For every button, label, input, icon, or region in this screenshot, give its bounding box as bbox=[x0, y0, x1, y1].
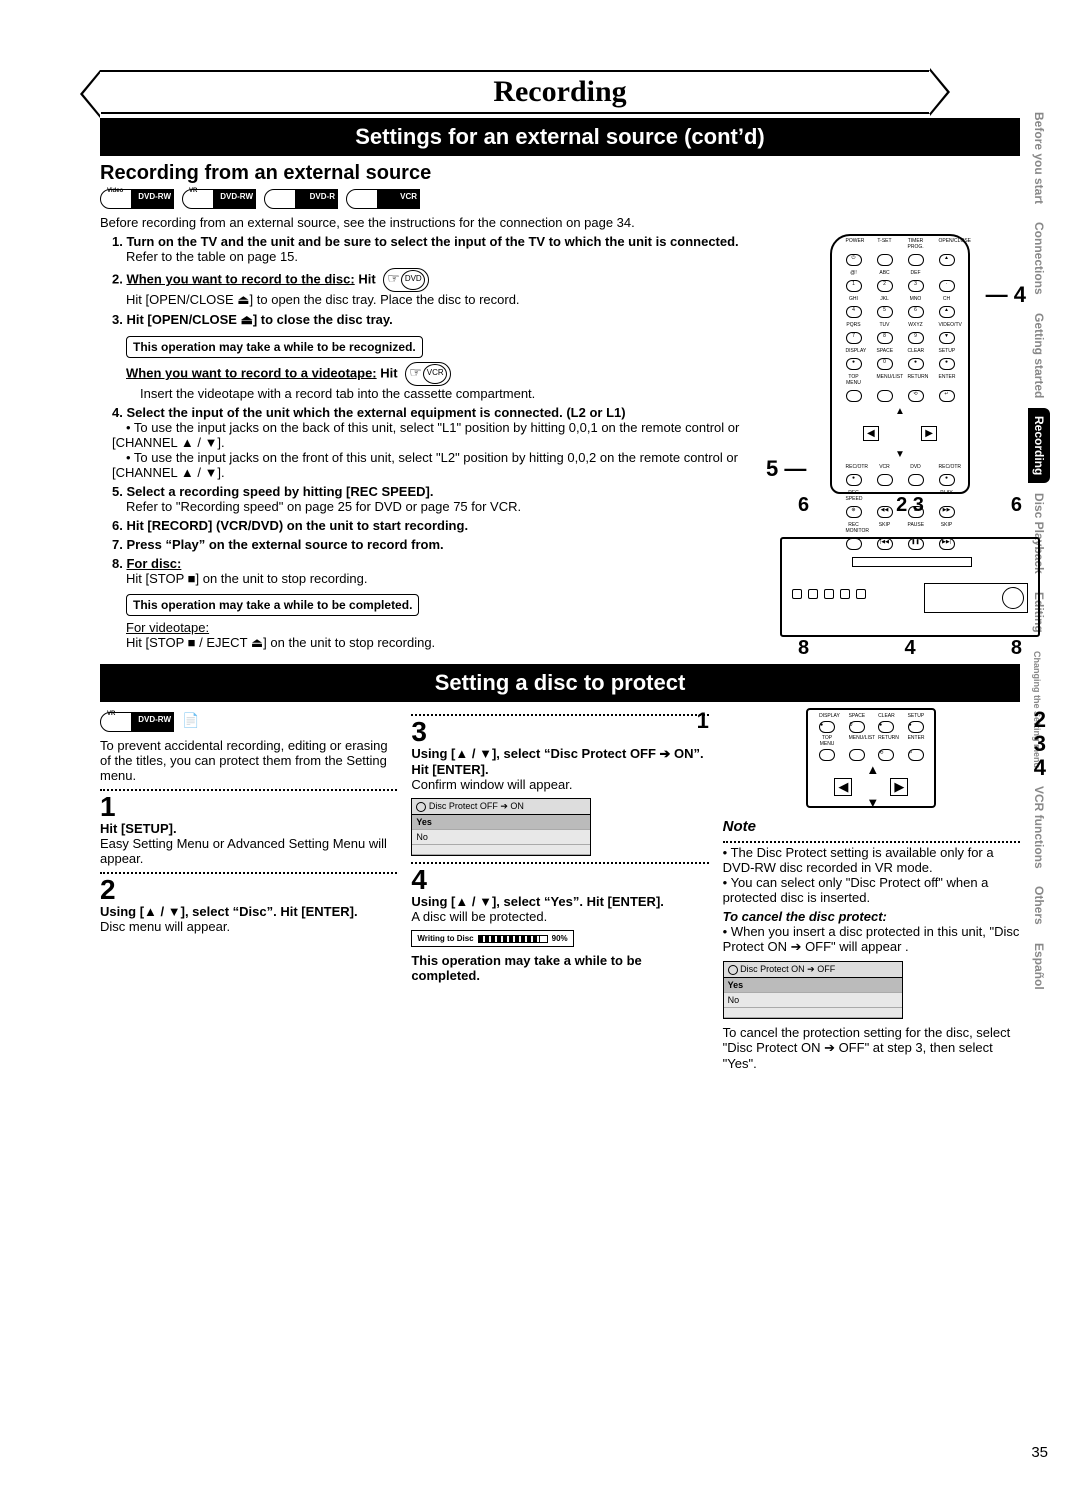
page-title: Recording bbox=[100, 70, 1020, 114]
format-badge-vr-2: VRDVD-RW bbox=[100, 712, 174, 732]
note-line1: • The Disc Protect setting is available … bbox=[723, 845, 1020, 875]
side-tab-espanol: Español bbox=[1028, 935, 1050, 998]
step8-num: 8. bbox=[112, 556, 126, 571]
protect-step-2-num: 2 bbox=[100, 876, 397, 904]
step7-title: 7. Press “Play” on the external source t… bbox=[112, 537, 444, 552]
note-wait-completed: This operation may take a while to be co… bbox=[126, 594, 419, 616]
protect-step-3-num: 3 bbox=[411, 718, 708, 746]
osd-confirm-off-on: Disc Protect OFF ➔ ON Yes No bbox=[411, 798, 591, 856]
protect-right-callouts: 2 3 4 bbox=[1034, 708, 1046, 780]
remote-callout-4: — 4 bbox=[986, 282, 1026, 308]
page-title-banner: Recording bbox=[100, 70, 1020, 114]
step4c: • To use the input jacks on the front of… bbox=[112, 450, 738, 480]
step2-open: Hit [OPEN/CLOSE ⏏] to open the disc tray… bbox=[112, 292, 520, 307]
step5b: Refer to "Recording speed" on page 25 fo… bbox=[112, 499, 521, 514]
note-line4: To cancel the protection setting for the… bbox=[723, 1025, 1020, 1071]
subhead-recording-external: Recording from an external source bbox=[100, 162, 1020, 185]
step1-sub: Refer to the table on page 15. bbox=[112, 249, 298, 264]
protect-step-1-body: Easy Setting Menu or Advanced Setting Me… bbox=[100, 836, 397, 866]
disc-icon bbox=[416, 802, 426, 812]
remote-illustration: POWERT-SETTIMER PROG.OPEN/CLOSE ⏻▲ @!ABC… bbox=[830, 234, 970, 494]
note-line3: • When you insert a disc protected in th… bbox=[723, 924, 1020, 955]
format-badge-dvd-rw-video: VideoDVD-RW bbox=[100, 189, 174, 209]
unit-front-panel-illustration bbox=[780, 537, 1040, 637]
step2-tail: Hit bbox=[355, 271, 380, 286]
protect-step-1-head: Hit [SETUP]. bbox=[100, 821, 397, 836]
step-vcr-insert: Insert the videotape with a record tab i… bbox=[126, 386, 535, 401]
step2-disc-heading: When you want to record to the disc: bbox=[126, 271, 354, 286]
vcr-select-icon bbox=[405, 362, 451, 386]
step4b: • To use the input jacks on the back of … bbox=[112, 420, 739, 450]
step-videotape-heading: When you want to record to a videotape: bbox=[126, 365, 377, 380]
protect-step-3-body: Confirm window will appear. bbox=[411, 777, 708, 792]
side-tab-getting: Getting started bbox=[1028, 305, 1050, 406]
protect-col3: 1 DISPLAYSPACECLEARSETUP ●0●● TOP MENUME… bbox=[723, 708, 1020, 1071]
protect-end-note: This operation may take a while to be co… bbox=[411, 953, 708, 983]
protect-col2: 3 Using [▲ / ▼], select “Disc Protect OF… bbox=[411, 708, 708, 1071]
protect-step-4-num: 4 bbox=[411, 866, 708, 894]
protect-step-2-head: Using [▲ / ▼], select “Disc”. Hit [ENTER… bbox=[100, 904, 397, 919]
remote-callout-5: 5 — bbox=[766, 456, 806, 482]
section1-intro: Before recording from an external source… bbox=[100, 215, 1020, 230]
writing-progress: Writing to Disc90% bbox=[411, 930, 573, 947]
side-tab-connections: Connections bbox=[1028, 214, 1050, 303]
section-bar-settings: Settings for an external source (cont’d) bbox=[100, 118, 1020, 156]
unit-top-callouts: 62 36 bbox=[780, 494, 1040, 517]
step5-title: 5. Select a recording speed by hitting [… bbox=[112, 484, 433, 499]
format-badge-dvd-r: DVD-R bbox=[264, 189, 338, 209]
note-heading: Note bbox=[723, 818, 1020, 835]
format-badge-vcr: VCR bbox=[346, 189, 420, 209]
format-badge-row: VideoDVD-RW VRDVD-RW DVD-R VCR bbox=[100, 189, 1020, 209]
disc-icon-2 bbox=[728, 965, 738, 975]
format-badge-dvd-rw-vr: VRDVD-RW bbox=[182, 189, 256, 209]
protect-col1: VRDVD-RW📄 To prevent accidental recordin… bbox=[100, 708, 397, 1071]
protect-callout-1: 1 bbox=[697, 708, 709, 734]
protect-step-1-num: 1 bbox=[100, 793, 397, 821]
step1-title: 1. Turn on the TV and the unit and be su… bbox=[112, 234, 739, 249]
step8-stop: Hit [STOP ■] on the unit to stop recordi… bbox=[112, 571, 368, 586]
illustration-column: POWERT-SETTIMER PROG.OPEN/CLOSE ⏻▲ @!ABC… bbox=[780, 234, 1020, 660]
dvd-select-icon bbox=[383, 268, 429, 292]
protect-step-2-body: Disc menu will appear. bbox=[100, 919, 397, 934]
side-tab-recording: Recording bbox=[1028, 408, 1050, 483]
step3-title: 3. Hit [OPEN/CLOSE ⏏] to close the disc … bbox=[112, 312, 393, 327]
note-line2: • You can select only "Disc Protect off"… bbox=[723, 875, 1020, 905]
step8-videotape-heading: For videotape: bbox=[126, 620, 209, 635]
protect-step-4-head: Using [▲ / ▼], select “Yes”. Hit [ENTER]… bbox=[411, 894, 708, 909]
protect-intro: To prevent accidental recording, editing… bbox=[100, 738, 397, 783]
remote-sm-illustration: DISPLAYSPACECLEARSETUP ●0●● TOP MENUMENU… bbox=[806, 708, 936, 808]
step6-title: 6. Hit [RECORD] (VCR/DVD) on the unit to… bbox=[112, 518, 468, 533]
note-wait-recognized: This operation may take a while to be re… bbox=[126, 336, 423, 358]
protect-step-4-body: A disc will be protected. bbox=[411, 909, 708, 924]
section-bar-protect: Setting a disc to protect bbox=[100, 664, 1020, 702]
step4-title: 4. Select the input of the unit which th… bbox=[112, 405, 626, 420]
step8-disc-heading: For disc: bbox=[126, 556, 181, 571]
side-tab-others: Others bbox=[1028, 878, 1050, 933]
unit-bottom-callouts: 848 bbox=[780, 637, 1040, 660]
page-number: 35 bbox=[1031, 1444, 1048, 1461]
step-vcr-tail: Hit bbox=[377, 365, 402, 380]
steps-column: 1. Turn on the TV and the unit and be su… bbox=[100, 234, 764, 660]
step8-eject: Hit [STOP ■ / EJECT ⏏] on the unit to st… bbox=[126, 635, 435, 650]
note-cancel-head: To cancel the disc protect: bbox=[723, 909, 1020, 924]
side-tab-vcr: VCR functions bbox=[1028, 778, 1050, 877]
protect-step-3-head: Using [▲ / ▼], select “Disc Protect OFF … bbox=[411, 746, 708, 777]
step2-num: 2. bbox=[112, 271, 126, 286]
side-tab-before: Before you start bbox=[1028, 104, 1050, 212]
osd-confirm-on-off: Disc Protect ON ➔ OFF Yes No bbox=[723, 961, 903, 1019]
